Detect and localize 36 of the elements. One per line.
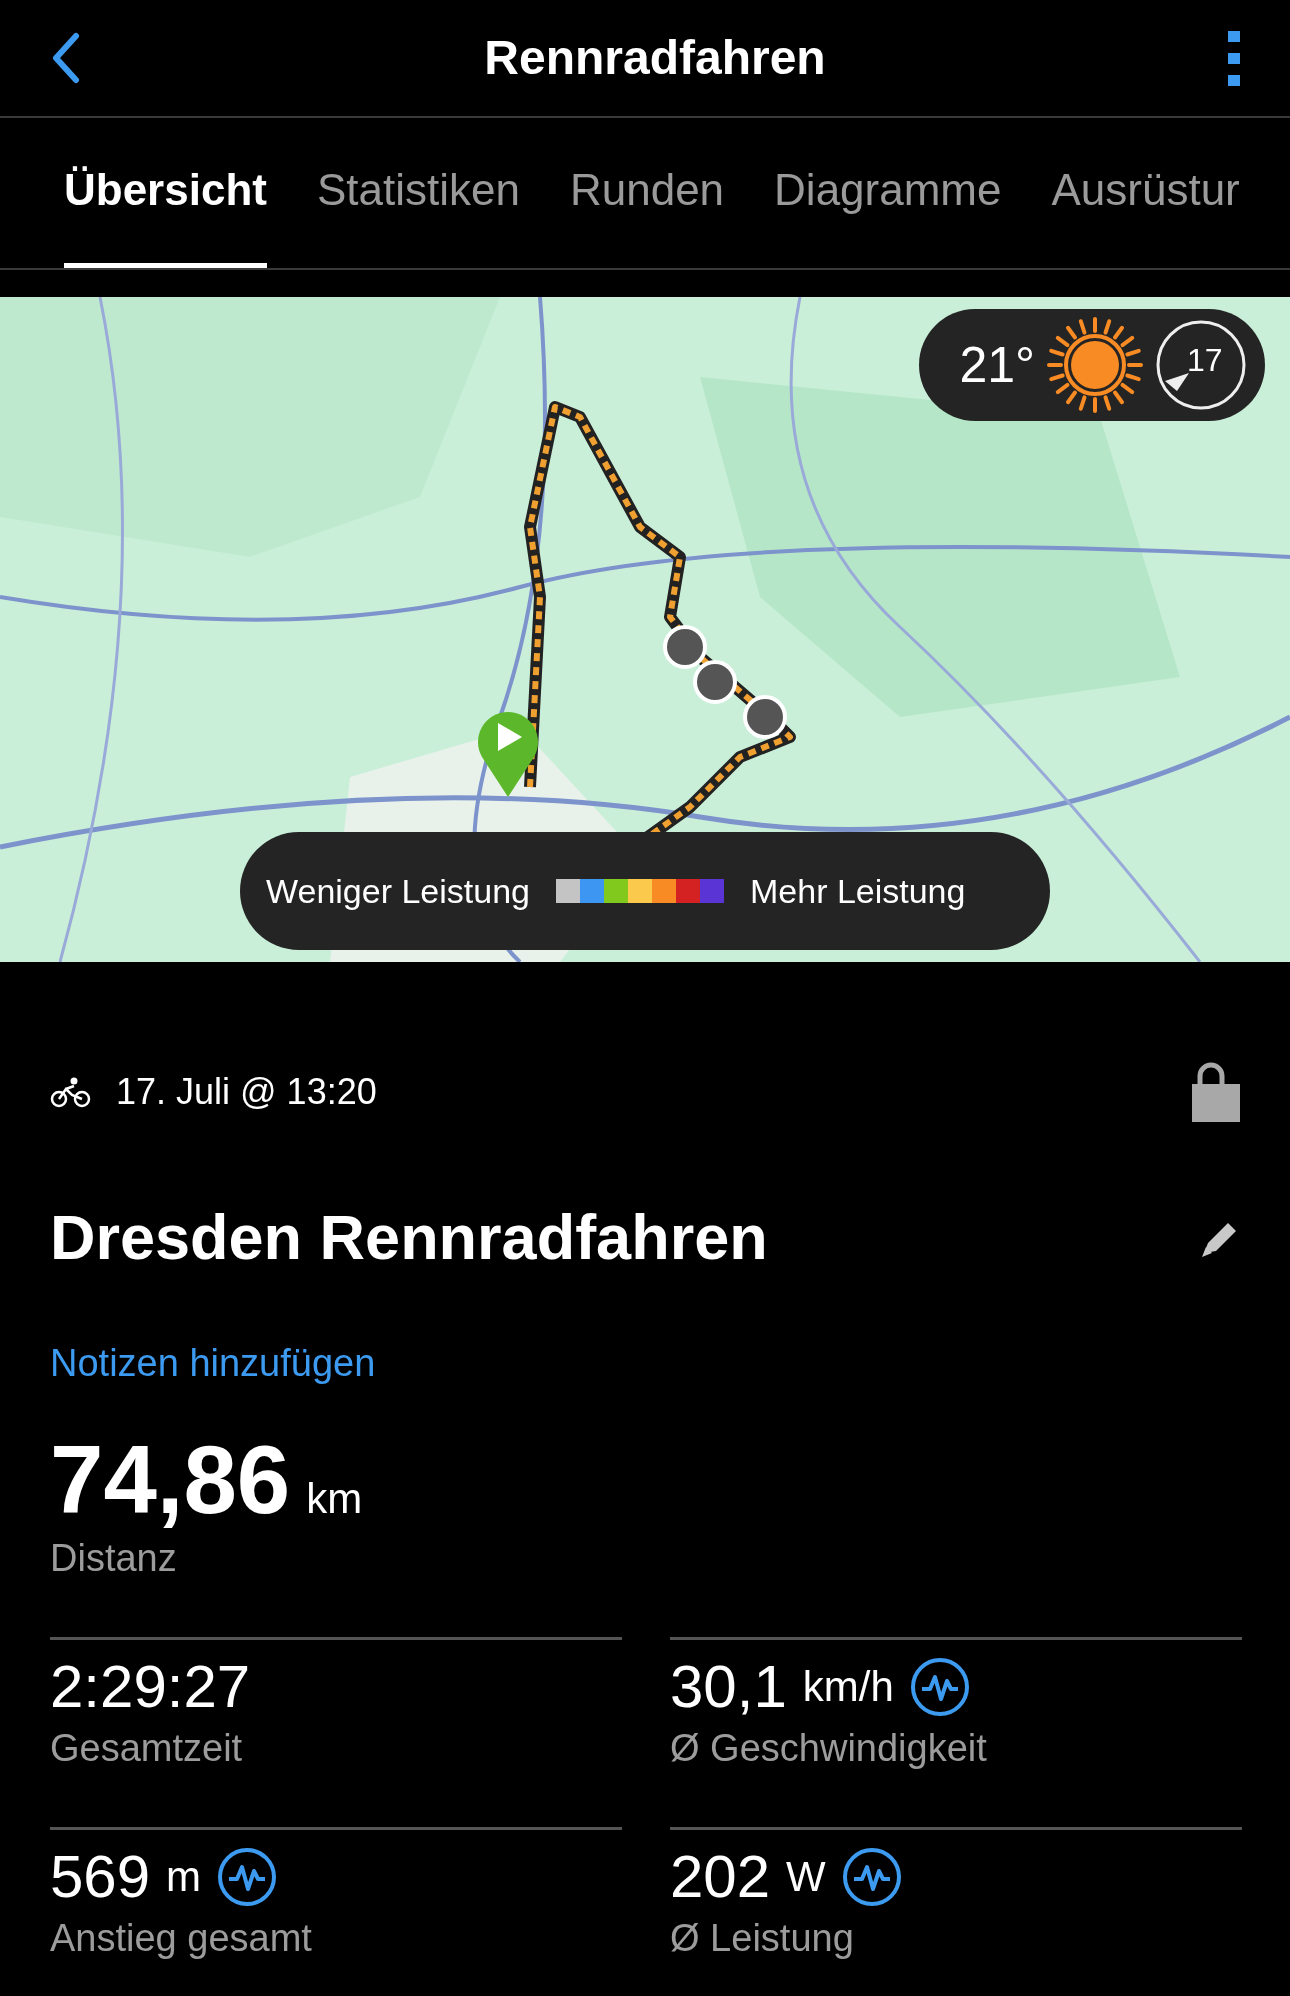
distance-label: Distanz (50, 1535, 178, 1581)
back-icon[interactable] (50, 32, 82, 84)
sun-icon (1047, 317, 1143, 413)
pulse-icon[interactable] (217, 1846, 278, 1907)
stat-unit: km/h (802, 1662, 894, 1712)
temperature: 21° (959, 335, 1035, 395)
stat-unit: m (166, 1852, 202, 1902)
distance-value: 74,86 (50, 1431, 291, 1528)
bicycle-icon (50, 1076, 92, 1108)
stat-label: Ø Leistung (670, 1915, 855, 1961)
notes-link[interactable]: Notizen hinzufügen (50, 1334, 376, 1392)
legend-label: Weniger Leistung (266, 870, 530, 912)
tab[interactable]: Ausrüstur (1051, 118, 1240, 268)
tab[interactable]: Übersicht (64, 118, 267, 268)
tab[interactable]: Runden (569, 118, 725, 268)
more-icon[interactable] (1228, 30, 1240, 86)
lock-icon[interactable] (1192, 1062, 1240, 1122)
activity-title: Dresden Rennradfahren (50, 1201, 768, 1274)
wind-speed: 17 (1187, 344, 1223, 376)
tab[interactable]: Statistiken (316, 118, 520, 268)
distance-unit: km (306, 1473, 363, 1524)
wind-dial-icon (1155, 319, 1247, 411)
activity-date: 17. Juli @ 13:20 (116, 1070, 377, 1114)
stat-label: Anstieg gesamt (50, 1915, 313, 1961)
stat-label: Gesamtzeit (50, 1725, 244, 1771)
stat-value: 569 (50, 1843, 151, 1910)
pulse-icon[interactable] (909, 1656, 970, 1717)
stat-value: 202 (670, 1843, 771, 1910)
legend-label: Mehr Leistung (750, 870, 966, 912)
header-title: Rennradfahren (484, 30, 826, 86)
tab[interactable]: Diagramme (774, 118, 1002, 268)
stat-value: 2:29:27 (50, 1653, 251, 1720)
stat-label: Ø Geschwindigkeit (670, 1725, 988, 1771)
pulse-icon[interactable] (841, 1846, 902, 1907)
stat-unit: W (786, 1852, 826, 1902)
stat-value: 30,1 (670, 1653, 787, 1720)
